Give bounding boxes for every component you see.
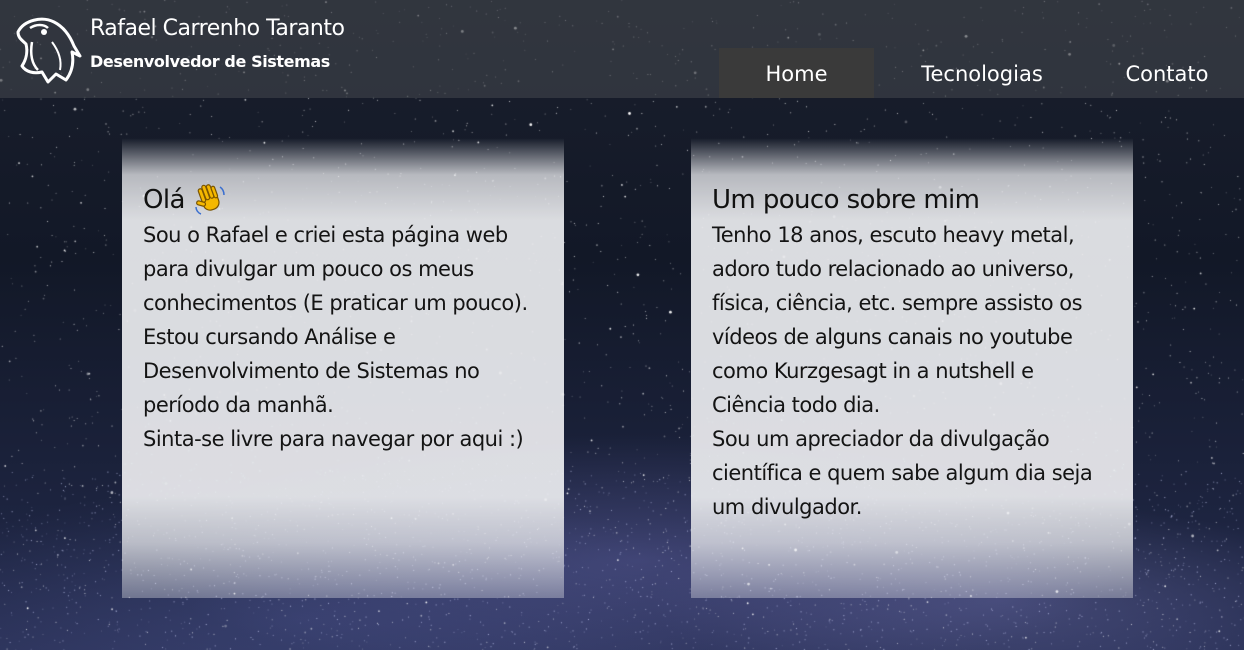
intro-paragraph-1: Sou o Rafael e criei esta página web par… [143, 223, 528, 315]
site-owner-name: Rafael Carrenho Taranto [90, 16, 345, 41]
nav-contato-link[interactable]: Contato [1090, 48, 1244, 98]
site-header: Rafael Carrenho Taranto Desenvolvedor de… [0, 0, 1244, 98]
about-paragraph-2: Sou um apreciador da divulgação científi… [712, 427, 1093, 519]
nav-home-link[interactable]: Home [719, 48, 874, 98]
about-card: Um pouco sobre mim Tenho 18 anos, escuto… [691, 138, 1133, 598]
intro-card-title-text: Olá [143, 185, 185, 215]
main-nav: Home Tecnologias Contato [719, 48, 1244, 98]
waving-hand-icon [195, 184, 225, 215]
about-paragraph-1: Tenho 18 anos, escuto heavy metal, adoro… [712, 223, 1083, 417]
intro-card: Olá Sou o Rafael e criei esta página web… [122, 138, 564, 598]
nav-tecnologias-link[interactable]: Tecnologias [874, 48, 1090, 98]
intro-paragraph-3: Sinta-se livre para navegar por aqui :) [143, 427, 524, 451]
about-card-title: Um pouco sobre mim [712, 185, 980, 215]
intro-card-title: Olá [143, 182, 544, 218]
penguin-logo-icon [16, 17, 82, 84]
site-owner-role: Desenvolvedor de Sistemas [90, 52, 330, 71]
intro-paragraph-2: Estou cursando Análise e Desenvolvimento… [143, 325, 480, 417]
